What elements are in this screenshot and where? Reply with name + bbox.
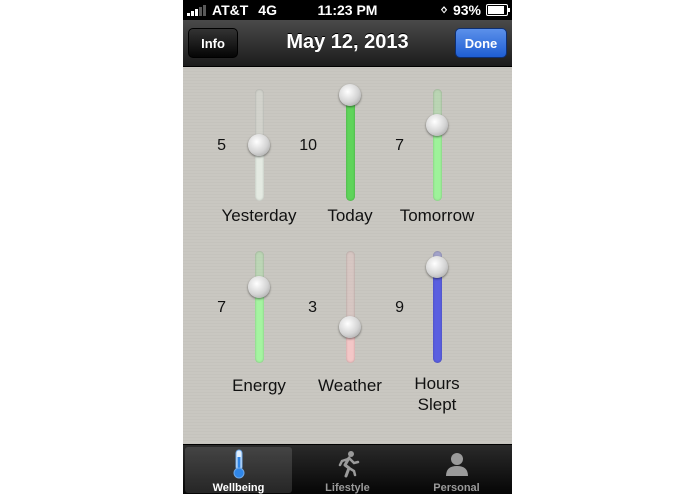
slider-knob[interactable] <box>339 316 361 338</box>
slider-value: 7 <box>395 137 404 154</box>
slider-label: Tomorrow <box>399 206 475 225</box>
slider-value: 3 <box>308 299 317 316</box>
slider-value: 7 <box>217 299 226 316</box>
slider-track <box>346 251 355 363</box>
navigation-bar: Info May 12, 2013 Done <box>183 20 512 67</box>
thermometer-icon <box>185 449 292 479</box>
done-button[interactable]: Done <box>455 28 507 58</box>
slider-panel: 5 Yesterday 10 Today 7 Tomorrow 7 Energy… <box>183 67 512 444</box>
slider-knob[interactable] <box>248 134 270 156</box>
battery-percent: 93% <box>452 2 481 18</box>
tab-label: Wellbeing <box>212 482 265 494</box>
phone-screen: AT&T 4G 11:23 PM ᛜ 93% Info May 12, 2013… <box>183 0 512 494</box>
slider-track <box>433 89 442 201</box>
tab-bar: Wellbeing Lifestyle Personal <box>183 444 512 494</box>
battery-icon <box>486 4 510 16</box>
slider-hours-slept[interactable]: 9 Hours Slept <box>392 251 482 414</box>
slider-value: 10 <box>299 137 317 154</box>
slider-knob[interactable] <box>339 84 361 106</box>
slider-label: Hours Slept <box>414 374 460 414</box>
slider-value: 5 <box>217 137 226 154</box>
slider-knob[interactable] <box>426 256 448 278</box>
slider-value: 9 <box>395 299 404 316</box>
tab-personal[interactable]: Personal <box>403 447 510 494</box>
slider-tomorrow[interactable]: 7 Tomorrow <box>392 89 482 239</box>
tab-wellbeing[interactable]: Wellbeing <box>185 447 292 494</box>
tab-lifestyle[interactable]: Lifestyle <box>294 447 401 494</box>
slider-track <box>255 251 264 363</box>
tab-label: Lifestyle <box>325 482 370 494</box>
slider-knob[interactable] <box>426 114 448 136</box>
bluetooth-icon: ᛜ <box>440 2 448 18</box>
person-icon <box>403 449 510 479</box>
running-figure-icon <box>294 449 401 479</box>
status-bar: AT&T 4G 11:23 PM ᛜ 93% <box>183 0 512 20</box>
slider-knob[interactable] <box>248 276 270 298</box>
tab-label: Personal <box>433 482 480 494</box>
